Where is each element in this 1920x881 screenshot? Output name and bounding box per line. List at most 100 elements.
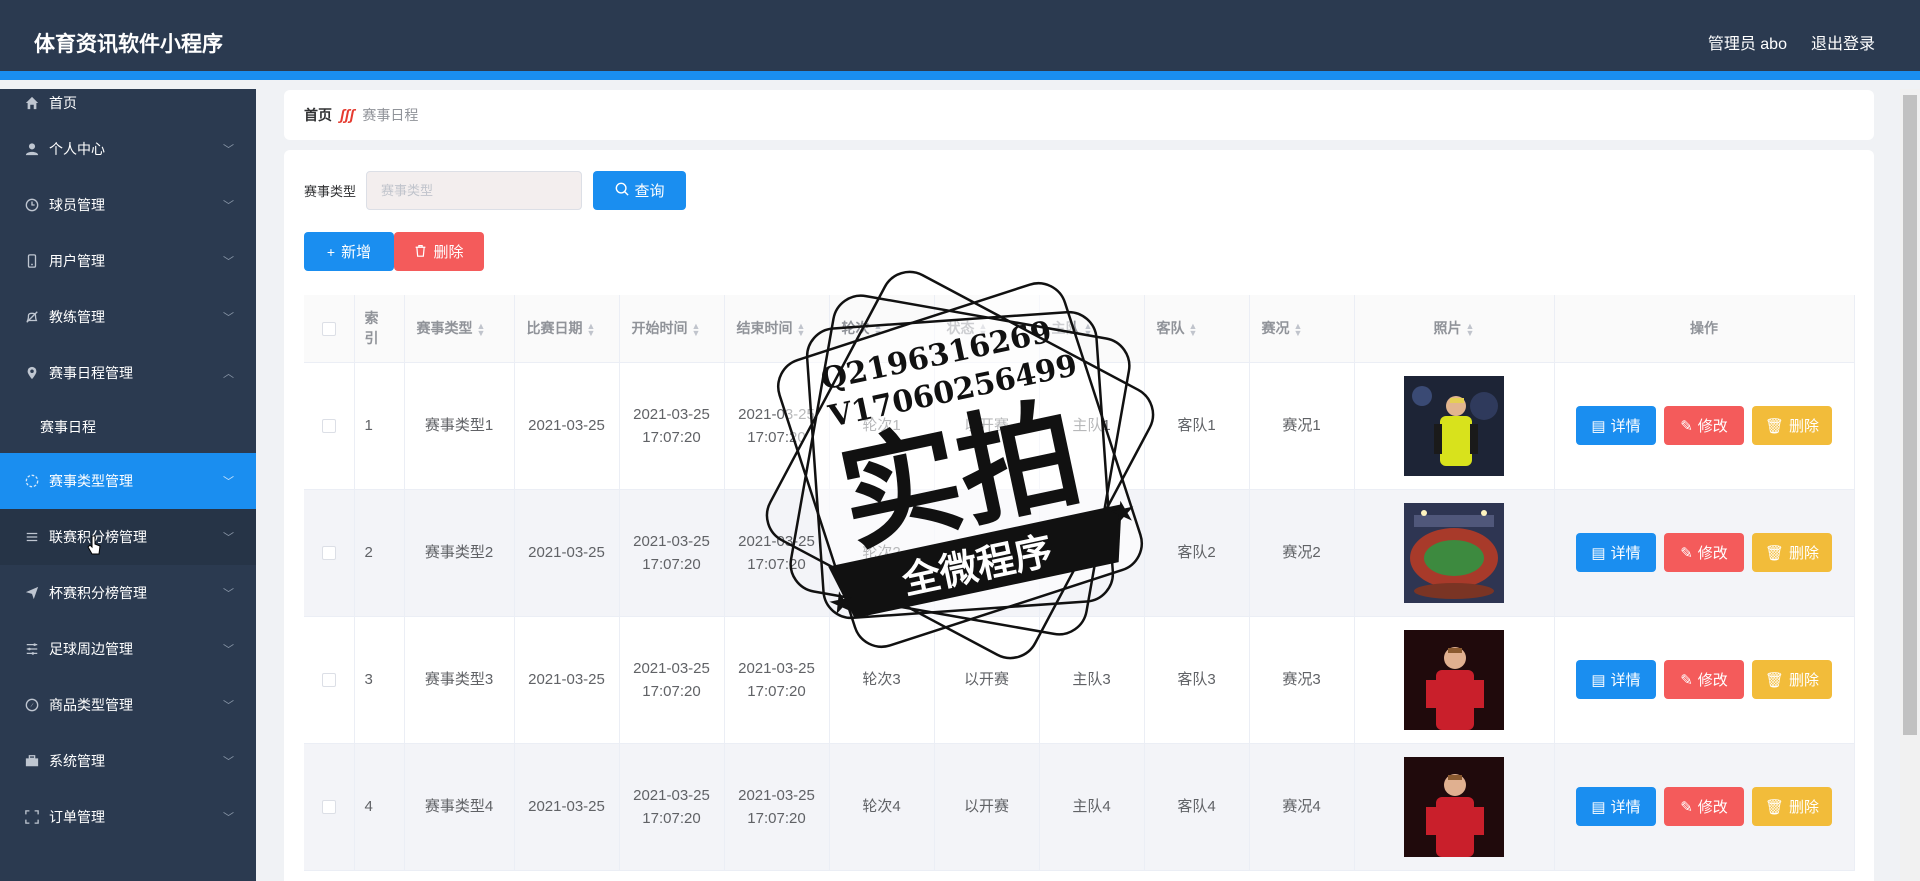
sidebar-item-label: 赛事日程 — [40, 419, 96, 435]
header-photo[interactable]: 照片 ▲ ▼ — [1354, 295, 1555, 363]
header-status[interactable]: 状态 ▲ ▼ — [934, 295, 1040, 363]
select-all-checkbox[interactable] — [321, 322, 336, 337]
list-icon — [24, 529, 40, 545]
sort-icon[interactable]: ▲ ▼ — [587, 321, 596, 337]
edit-button-label: 修改 — [1697, 545, 1728, 562]
player-photo[interactable] — [1404, 629, 1504, 730]
player-photo[interactable] — [1404, 756, 1504, 857]
sort-icon[interactable]: ▲ ▼ — [692, 321, 701, 337]
header-round[interactable]: 轮次 ▲ ▼ — [829, 295, 935, 363]
cell-actions: ▤ 详情 ✎ 修改 🗑 删除 — [1554, 743, 1855, 871]
end-time: 17:07:20 — [747, 809, 806, 827]
sidebar-item-label: 个人中心 — [49, 141, 105, 157]
sidebar-item-merchandise[interactable]: 足球周边管理 ﹀ — [0, 621, 256, 677]
fullscreen-icon — [24, 809, 40, 825]
header-away[interactable]: 客队 ▲ ▼ — [1144, 295, 1250, 363]
detail-button[interactable]: ▤ 详情 — [1576, 533, 1656, 572]
sidebar-item-label: 赛事日程管理 — [49, 365, 133, 381]
sort-icon[interactable]: ▲ ▼ — [1189, 321, 1198, 337]
search-input[interactable] — [366, 171, 583, 210]
sidebar-item-orders[interactable]: 订单管理 ﹀ — [0, 789, 256, 845]
delete-button[interactable]: 🗑 删除 — [1752, 787, 1832, 826]
sidebar-subitem-schedule[interactable]: 赛事日程 — [0, 401, 256, 453]
delete-button[interactable]: 🗑 删除 — [1752, 406, 1832, 445]
chevron-down-icon: ﹀ — [223, 756, 234, 768]
breadcrumb-current: 赛事日程 — [362, 107, 419, 123]
row-checkbox[interactable] — [321, 673, 336, 688]
edit-button[interactable]: ✎ 修改 — [1664, 660, 1744, 699]
header-type[interactable]: 赛事类型 ▲ ▼ — [404, 295, 515, 363]
sort-icon[interactable]: ▲ ▼ — [477, 321, 486, 337]
header-label: 赛况 — [1261, 320, 1290, 337]
sidebar-item-event-types[interactable]: 赛事类型管理 ﹀ — [0, 453, 256, 509]
header-home[interactable]: 主队 ▲ ▼ — [1039, 295, 1145, 363]
detail-button[interactable]: ▤ 详情 — [1576, 406, 1656, 445]
edit-button[interactable]: ✎ 修改 — [1664, 787, 1744, 826]
sort-icon[interactable]: ▲ ▼ — [874, 321, 883, 337]
delete-button[interactable]: 🗑 删除 — [1752, 533, 1832, 572]
cell-status: 以开赛 — [934, 362, 1040, 490]
sidebar-item-schedule-management[interactable]: 赛事日程管理 ︿ — [0, 345, 256, 401]
detail-button[interactable]: ▤ 详情 — [1576, 660, 1656, 699]
table-row: 1 赛事类型1 2021-03-25 2021-03-25 17:07:20 20… — [304, 362, 1855, 490]
chevron-down-icon: ﹀ — [223, 200, 234, 212]
row-checkbox[interactable] — [321, 800, 336, 815]
sidebar-item-product-types[interactable]: 商品类型管理 ﹀ — [0, 677, 256, 733]
sort-icon[interactable]: ▲ ▼ — [797, 321, 806, 337]
page-scrollbar[interactable] — [1900, 89, 1920, 881]
menu-icon — [24, 641, 40, 657]
delete-button-label: 删除 — [1789, 418, 1820, 435]
stadium-photo[interactable] — [1404, 502, 1504, 603]
batch-delete-button[interactable]: 删除 — [394, 232, 484, 271]
sidebar-item-system[interactable]: 系统管理 ﹀ — [0, 733, 256, 789]
logout-link[interactable]: 退出登录 — [1811, 30, 1875, 54]
sort-icon[interactable]: ▲ ▼ — [979, 321, 988, 337]
sidebar-item-coaches[interactable]: 教练管理 ﹀ — [0, 289, 256, 345]
add-button[interactable]: + 新增 — [304, 232, 394, 271]
cell-round: 轮次4 — [829, 743, 935, 871]
row-checkbox[interactable] — [321, 546, 336, 561]
start-time: 17:07:20 — [642, 682, 701, 700]
delete-button-label: 删除 — [433, 244, 464, 261]
end-date: 2021-03-25 — [738, 532, 815, 550]
sidebar-item-label: 首页 — [49, 95, 77, 111]
cell-away: 客队1 — [1144, 362, 1250, 490]
sort-icon[interactable]: ▲ ▼ — [1084, 321, 1093, 337]
sidebar-item-home[interactable]: 首页 — [0, 85, 256, 121]
row-checkbox[interactable] — [321, 419, 336, 434]
cell-home: 主队3 — [1039, 616, 1145, 744]
header-label: 操作 — [1690, 320, 1718, 337]
trash-icon: 🗑 — [1764, 798, 1785, 816]
header-start[interactable]: 开始时间 ▲ ▼ — [619, 295, 725, 363]
edit-button-label: 修改 — [1697, 418, 1728, 435]
table-row: 2 赛事类型2 2021-03-25 2021-03-25 17:07:20 20… — [304, 489, 1855, 617]
cell-end: 2021-03-25 17:07:20 — [724, 743, 830, 871]
delete-button[interactable]: 🗑 删除 — [1752, 660, 1832, 699]
player-photo[interactable] — [1404, 375, 1504, 476]
cell-photo — [1354, 362, 1555, 490]
cell-start: 2021-03-25 17:07:20 — [619, 362, 725, 490]
sort-icon[interactable]: ▲ ▼ — [1294, 321, 1303, 337]
delete-button-label: 删除 — [1789, 545, 1820, 562]
detail-button[interactable]: ▤ 详情 — [1576, 787, 1656, 826]
breadcrumb-home[interactable]: 首页 — [304, 105, 332, 125]
query-button[interactable]: 查询 — [593, 171, 687, 210]
sidebar-item-users[interactable]: 用户管理 ﹀ — [0, 233, 256, 289]
header-date[interactable]: 比赛日期 ▲ ▼ — [514, 295, 620, 363]
header-result[interactable]: 赛况 ▲ ▼ — [1249, 295, 1355, 363]
edit-button[interactable]: ✎ 修改 — [1664, 406, 1744, 445]
main-content: 赛事类型 查询 + 新增 删除 索引 赛事类型▲▼ 比赛日期▲▼ 开始时间▲▼ — [284, 150, 1874, 881]
admin-label[interactable]: 管理员 abo — [1708, 30, 1787, 54]
chevron-down-icon: ﹀ — [223, 700, 234, 712]
sidebar-item-profile[interactable]: 个人中心 ﹀ — [0, 121, 256, 177]
sidebar-item-players[interactable]: 球员管理 ﹀ — [0, 177, 256, 233]
header-end[interactable]: 结束时间 ▲ ▼ — [724, 295, 830, 363]
document-icon: ▤ — [1591, 417, 1606, 435]
edit-button[interactable]: ✎ 修改 — [1664, 533, 1744, 572]
send-icon — [24, 585, 40, 601]
sort-icon[interactable]: ▲ ▼ — [1466, 321, 1475, 337]
scrollbar-thumb[interactable] — [1903, 95, 1917, 735]
sidebar-item-league-table[interactable]: 联赛积分榜管理 ﹀ — [0, 509, 256, 565]
sidebar-item-cup-table[interactable]: 杯赛积分榜管理 ﹀ — [0, 565, 256, 621]
chevron-down-icon: ﹀ — [223, 476, 234, 488]
